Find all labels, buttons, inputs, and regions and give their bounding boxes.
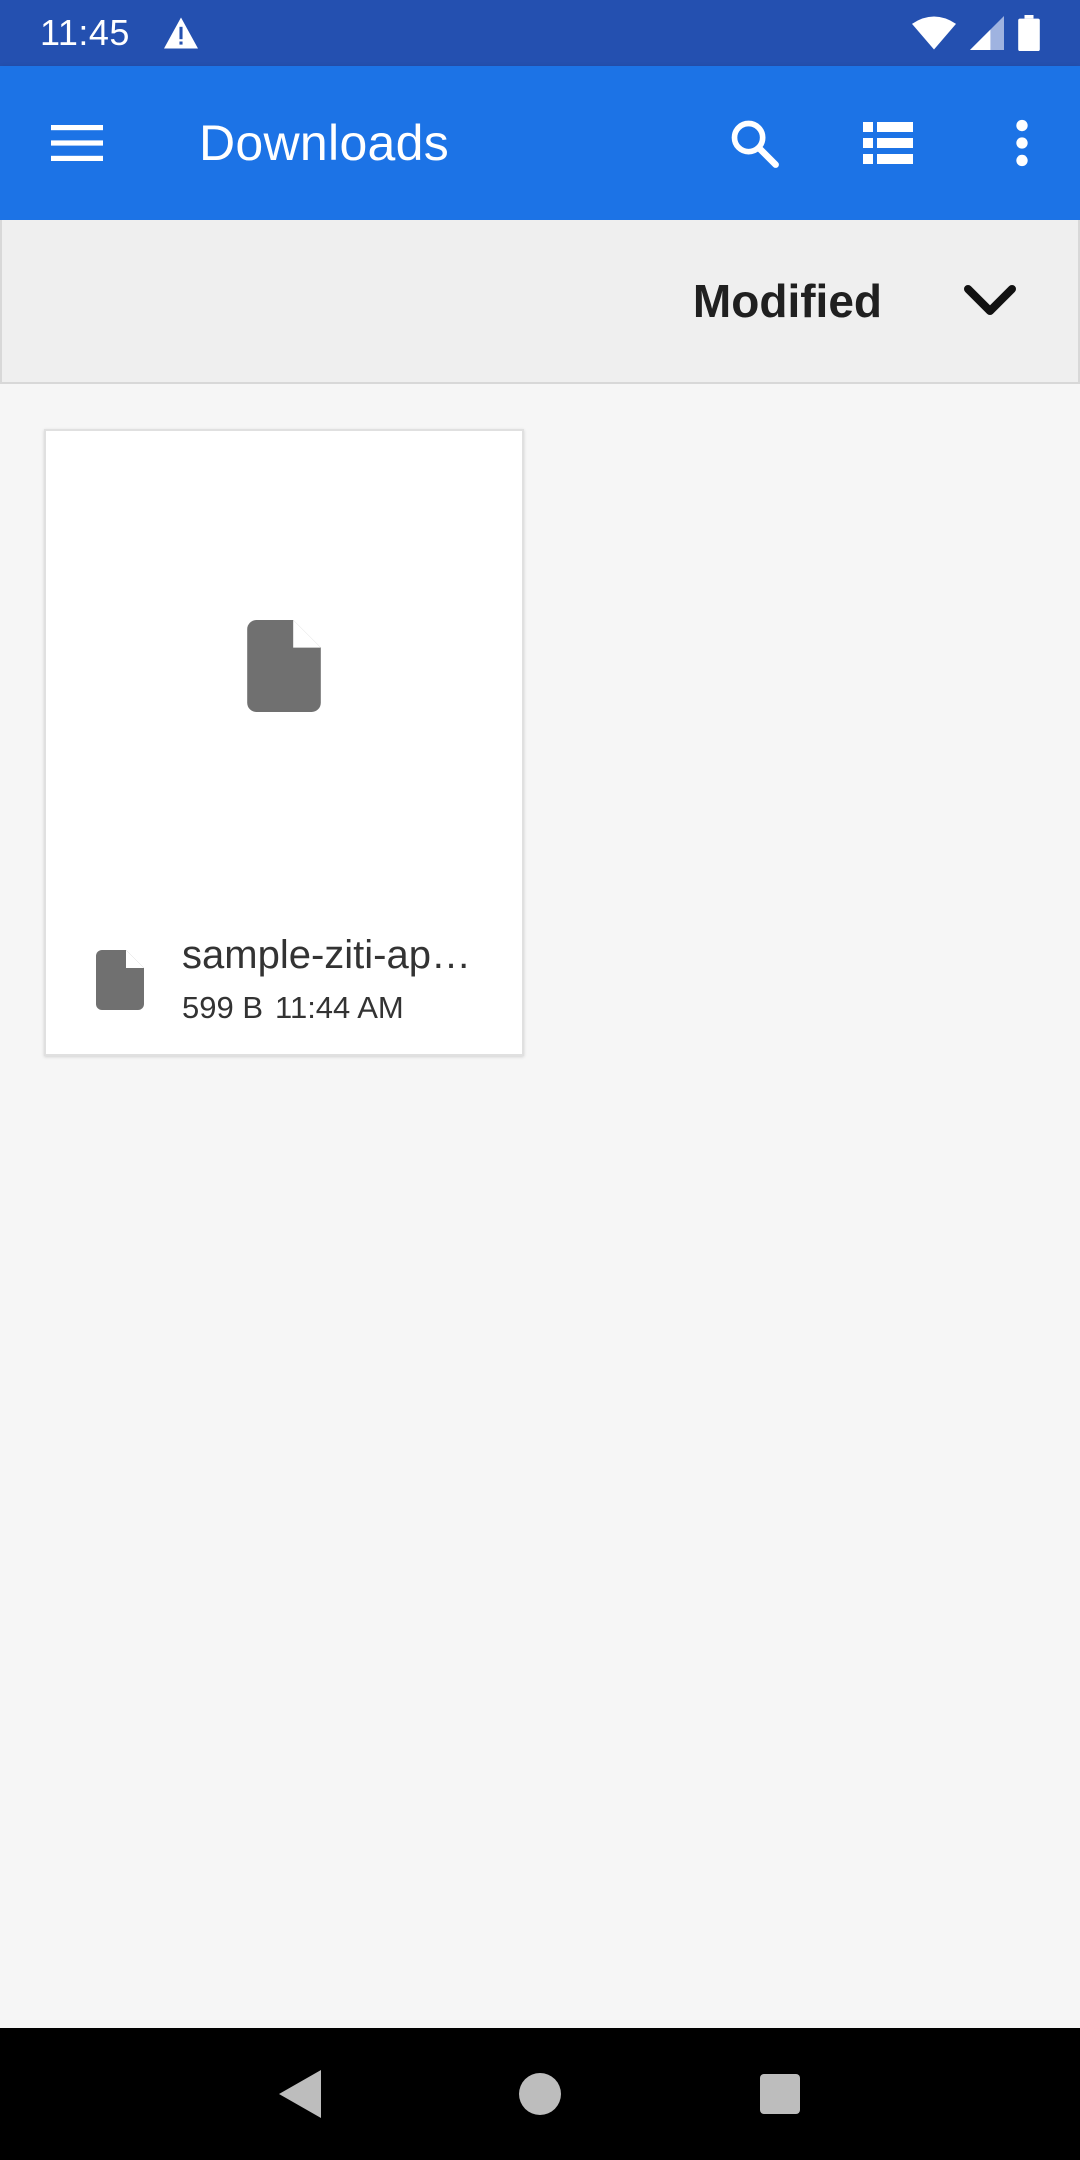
home-button[interactable] [495,2049,585,2139]
status-icons [912,15,1040,51]
app-bar: Downloads [0,66,1080,220]
file-time: 11:44 AM [275,990,404,1025]
file-name: sample-ziti-ap… [182,933,471,977]
app-actions [668,95,1070,191]
file-card[interactable]: sample-ziti-ap… 599 B 11:44 AM [44,429,524,1056]
sort-bar: Modified [0,220,1080,384]
battery-icon [1018,15,1040,51]
file-size: 599 B [182,990,264,1025]
file-info: sample-ziti-ap… 599 B 11:44 AM [182,933,494,1026]
file-thumbnail [46,431,522,901]
screen: 11:45 Downloads Modified sample-ziti-ap…… [0,0,1080,2160]
status-time: 11:45 [40,12,130,53]
back-button[interactable] [255,2049,345,2139]
file-meta: 599 B 11:44 AM [182,990,494,1026]
nav-bar [0,2028,1080,2160]
signal-icon [970,16,1004,50]
search-icon [731,120,779,168]
home-icon [519,2073,561,2115]
recents-icon [760,2074,800,2114]
view-toggle-button[interactable] [840,95,936,191]
sort-dropdown[interactable]: Modified [693,274,882,328]
recents-button[interactable] [735,2049,825,2139]
status-bar: 11:45 [0,0,1080,66]
file-icon [247,620,321,712]
wifi-icon [912,16,956,50]
page-title: Downloads [199,115,450,171]
more-options-button[interactable] [974,95,1070,191]
list-view-icon [863,122,913,164]
menu-button[interactable] [29,95,125,191]
file-card-footer: sample-ziti-ap… 599 B 11:44 AM [46,901,522,1058]
more-vert-icon [1016,119,1028,167]
menu-icon [51,125,103,161]
search-button[interactable] [706,95,802,191]
chevron-down-icon[interactable] [962,281,1018,321]
warning-icon [163,17,198,49]
file-type-icon [96,949,144,1010]
back-icon [279,2070,321,2118]
